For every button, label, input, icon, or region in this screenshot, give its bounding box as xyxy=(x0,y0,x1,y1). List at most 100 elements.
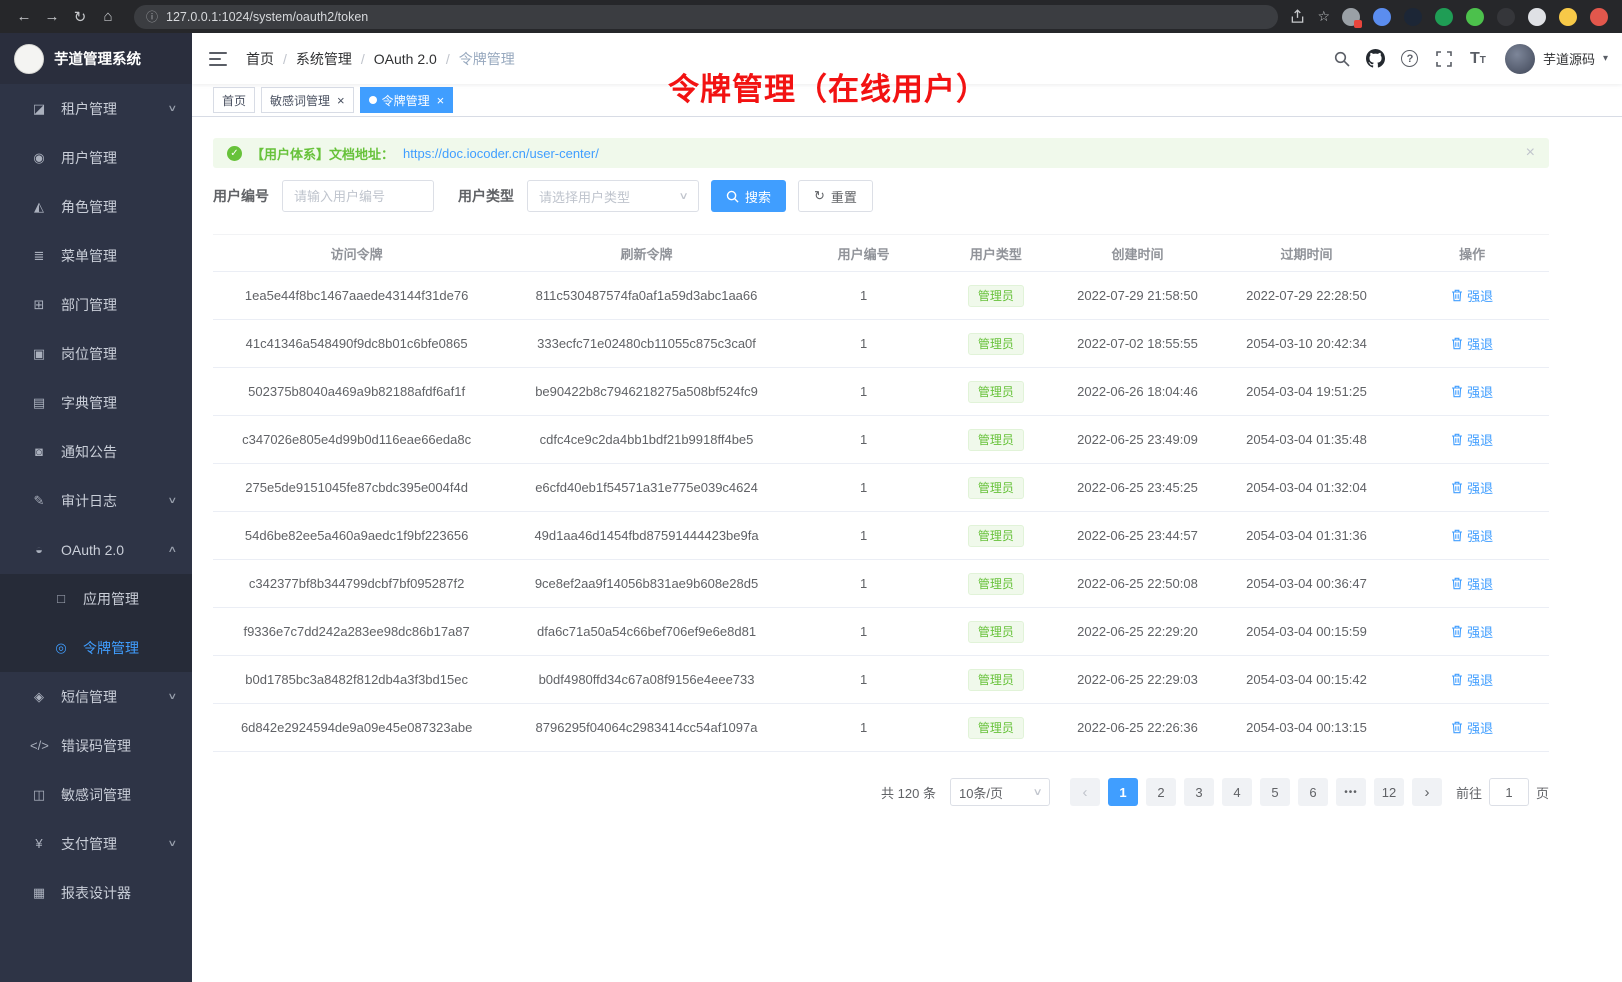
page-button-3[interactable]: 3 xyxy=(1184,778,1214,806)
extension-icon[interactable] xyxy=(1590,8,1608,26)
tab-home[interactable]: 首页 xyxy=(213,87,255,113)
page-button-12[interactable]: 12 xyxy=(1374,778,1404,806)
sidebar-item[interactable]: ◒ OAuth 2.0 ∧ xyxy=(0,525,192,574)
created-time-cell: 2022-06-25 22:29:03 xyxy=(1057,656,1217,704)
force-logout-button[interactable]: 强退 xyxy=(1451,286,1493,305)
close-icon[interactable]: × xyxy=(337,94,345,107)
search-icon[interactable] xyxy=(1327,44,1357,74)
more-pages-button[interactable]: ••• xyxy=(1336,778,1366,806)
access-token-cell: f9336e7c7dd242a283ee98dc86b17a87 xyxy=(213,608,500,656)
table-row: c347026e805e4d99b0d116eae66eda8c cdfc4ce… xyxy=(213,416,1549,464)
sidebar-item[interactable]: ◎ 令牌管理 xyxy=(0,623,192,672)
doc-link[interactable]: https://doc.iocoder.cn/user-center/ xyxy=(403,146,599,161)
refresh-token-cell: 49d1aa46d1454fbd87591444423be9fa xyxy=(500,512,793,560)
extension-icon[interactable] xyxy=(1342,8,1360,26)
sidebar-item-icon: ≣ xyxy=(30,248,48,264)
force-logout-button[interactable]: 强退 xyxy=(1451,574,1493,593)
extension-icon[interactable] xyxy=(1466,8,1484,26)
extension-icon[interactable] xyxy=(1559,8,1577,26)
address-bar[interactable]: ⓘ 127.0.0.1:1024/system/oauth2/token xyxy=(134,5,1278,29)
prev-page-button[interactable]: ‹ xyxy=(1070,778,1100,806)
next-page-button[interactable]: › xyxy=(1412,778,1442,806)
tab-label: 敏感词管理 xyxy=(270,92,330,109)
sidebar-item[interactable]: ▣ 岗位管理 xyxy=(0,329,192,378)
extension-icon[interactable] xyxy=(1373,8,1391,26)
github-icon[interactable] xyxy=(1361,44,1391,74)
browser-reload-icon[interactable]: ↻ xyxy=(66,4,94,30)
extension-icon[interactable] xyxy=(1435,8,1453,26)
extension-icon[interactable] xyxy=(1528,8,1546,26)
col-access-token: 访问令牌 xyxy=(213,235,500,272)
sidebar-item[interactable]: ◪ 租户管理 ∨ xyxy=(0,84,192,133)
user-type-select[interactable]: 请选择用户类型 ∨ xyxy=(527,180,699,212)
sidebar-item[interactable]: ¥ 支付管理 ∨ xyxy=(0,819,192,868)
chevron-icon: ∨ xyxy=(168,691,178,702)
sidebar-item-label: 短信管理 xyxy=(61,687,117,707)
page-button-5[interactable]: 5 xyxy=(1260,778,1290,806)
sidebar-item[interactable]: ◉ 用户管理 xyxy=(0,133,192,182)
refresh-token-cell: be90422b8c7946218275a508bf524fc9 xyxy=(500,368,793,416)
trash-icon xyxy=(1451,337,1463,350)
force-logout-button[interactable]: 强退 xyxy=(1451,622,1493,641)
page-button-1[interactable]: 1 xyxy=(1108,778,1138,806)
force-logout-button[interactable]: 强退 xyxy=(1451,430,1493,449)
trash-icon xyxy=(1451,433,1463,446)
site-info-icon[interactable]: ⓘ xyxy=(146,8,158,25)
app-logo[interactable]: 芋道管理系统 xyxy=(0,33,192,84)
breadcrumb-home[interactable]: 首页 xyxy=(246,49,274,69)
user-id-input[interactable] xyxy=(282,180,434,212)
user-menu[interactable]: 芋道源码 ▾ xyxy=(1505,44,1608,74)
tab-token-management[interactable]: 令牌管理 × xyxy=(360,87,454,113)
force-logout-button[interactable]: 强退 xyxy=(1451,478,1493,497)
page-size-select[interactable]: 10条/页 ∨ xyxy=(950,778,1050,806)
refresh-token-cell: 9ce8ef2aa9f14056b831ae9b608e28d5 xyxy=(500,560,793,608)
font-size-icon[interactable]: TT xyxy=(1463,44,1493,74)
sidebar-item[interactable]: ◭ 角色管理 xyxy=(0,182,192,231)
force-logout-button[interactable]: 强退 xyxy=(1451,718,1493,737)
sidebar-item[interactable]: ◫ 敏感词管理 xyxy=(0,770,192,819)
sidebar-item[interactable]: □ 应用管理 xyxy=(0,574,192,623)
reset-button[interactable]: ↻ 重置 xyxy=(798,180,873,212)
tab-sensitive-words[interactable]: 敏感词管理 × xyxy=(261,87,354,113)
sidebar-item[interactable]: </> 错误码管理 xyxy=(0,721,192,770)
expire-time-cell: 2022-07-29 22:28:50 xyxy=(1218,272,1396,320)
sidebar-item[interactable]: ◈ 短信管理 ∨ xyxy=(0,672,192,721)
bookmark-star-icon[interactable]: ☆ xyxy=(1317,8,1330,25)
browser-back-icon[interactable]: ← xyxy=(10,4,38,30)
close-icon[interactable]: × xyxy=(437,94,445,107)
actions-cell: 强退 xyxy=(1395,560,1549,608)
goto-page-input[interactable] xyxy=(1489,778,1529,806)
breadcrumb-system[interactable]: 系统管理 xyxy=(296,49,352,69)
force-logout-button[interactable]: 强退 xyxy=(1451,382,1493,401)
share-icon[interactable] xyxy=(1290,9,1305,24)
browser-home-icon[interactable]: ⌂ xyxy=(94,4,122,30)
sidebar-item[interactable]: ✎ 审计日志 ∨ xyxy=(0,476,192,525)
sidebar-item[interactable]: ⊞ 部门管理 xyxy=(0,280,192,329)
sidebar-item[interactable]: ▦ 报表设计器 xyxy=(0,868,192,917)
help-icon[interactable]: ? xyxy=(1395,44,1425,74)
sidebar-collapse-icon[interactable] xyxy=(207,48,229,70)
user-avatar xyxy=(1505,44,1535,74)
sidebar-item[interactable]: ▤ 字典管理 xyxy=(0,378,192,427)
page-button-2[interactable]: 2 xyxy=(1146,778,1176,806)
browser-forward-icon[interactable]: → xyxy=(38,4,66,30)
force-logout-button[interactable]: 强退 xyxy=(1451,670,1493,689)
sidebar-item[interactable]: ◙ 通知公告 xyxy=(0,427,192,476)
doc-alert: ✓ 【用户体系】文档地址： https://doc.iocoder.cn/use… xyxy=(213,138,1549,168)
breadcrumb-oauth[interactable]: OAuth 2.0 xyxy=(374,51,437,67)
force-logout-button[interactable]: 强退 xyxy=(1451,526,1493,545)
search-button[interactable]: 搜索 xyxy=(711,180,786,212)
extension-icon[interactable] xyxy=(1497,8,1515,26)
force-logout-button[interactable]: 强退 xyxy=(1451,334,1493,353)
page-button-4[interactable]: 4 xyxy=(1222,778,1252,806)
fullscreen-icon[interactable] xyxy=(1429,44,1459,74)
user-type-badge: 管理员 xyxy=(968,477,1024,499)
sidebar-item[interactable]: ≣ 菜单管理 xyxy=(0,231,192,280)
user-type-cell: 管理员 xyxy=(934,704,1057,752)
extension-icon[interactable] xyxy=(1404,8,1422,26)
user-id-cell: 1 xyxy=(793,608,935,656)
page-button-6[interactable]: 6 xyxy=(1298,778,1328,806)
access-token-cell: 275e5de9151045fe87cbdc395e004f4d xyxy=(213,464,500,512)
alert-close-icon[interactable]: × xyxy=(1526,144,1535,162)
actions-cell: 强退 xyxy=(1395,656,1549,704)
